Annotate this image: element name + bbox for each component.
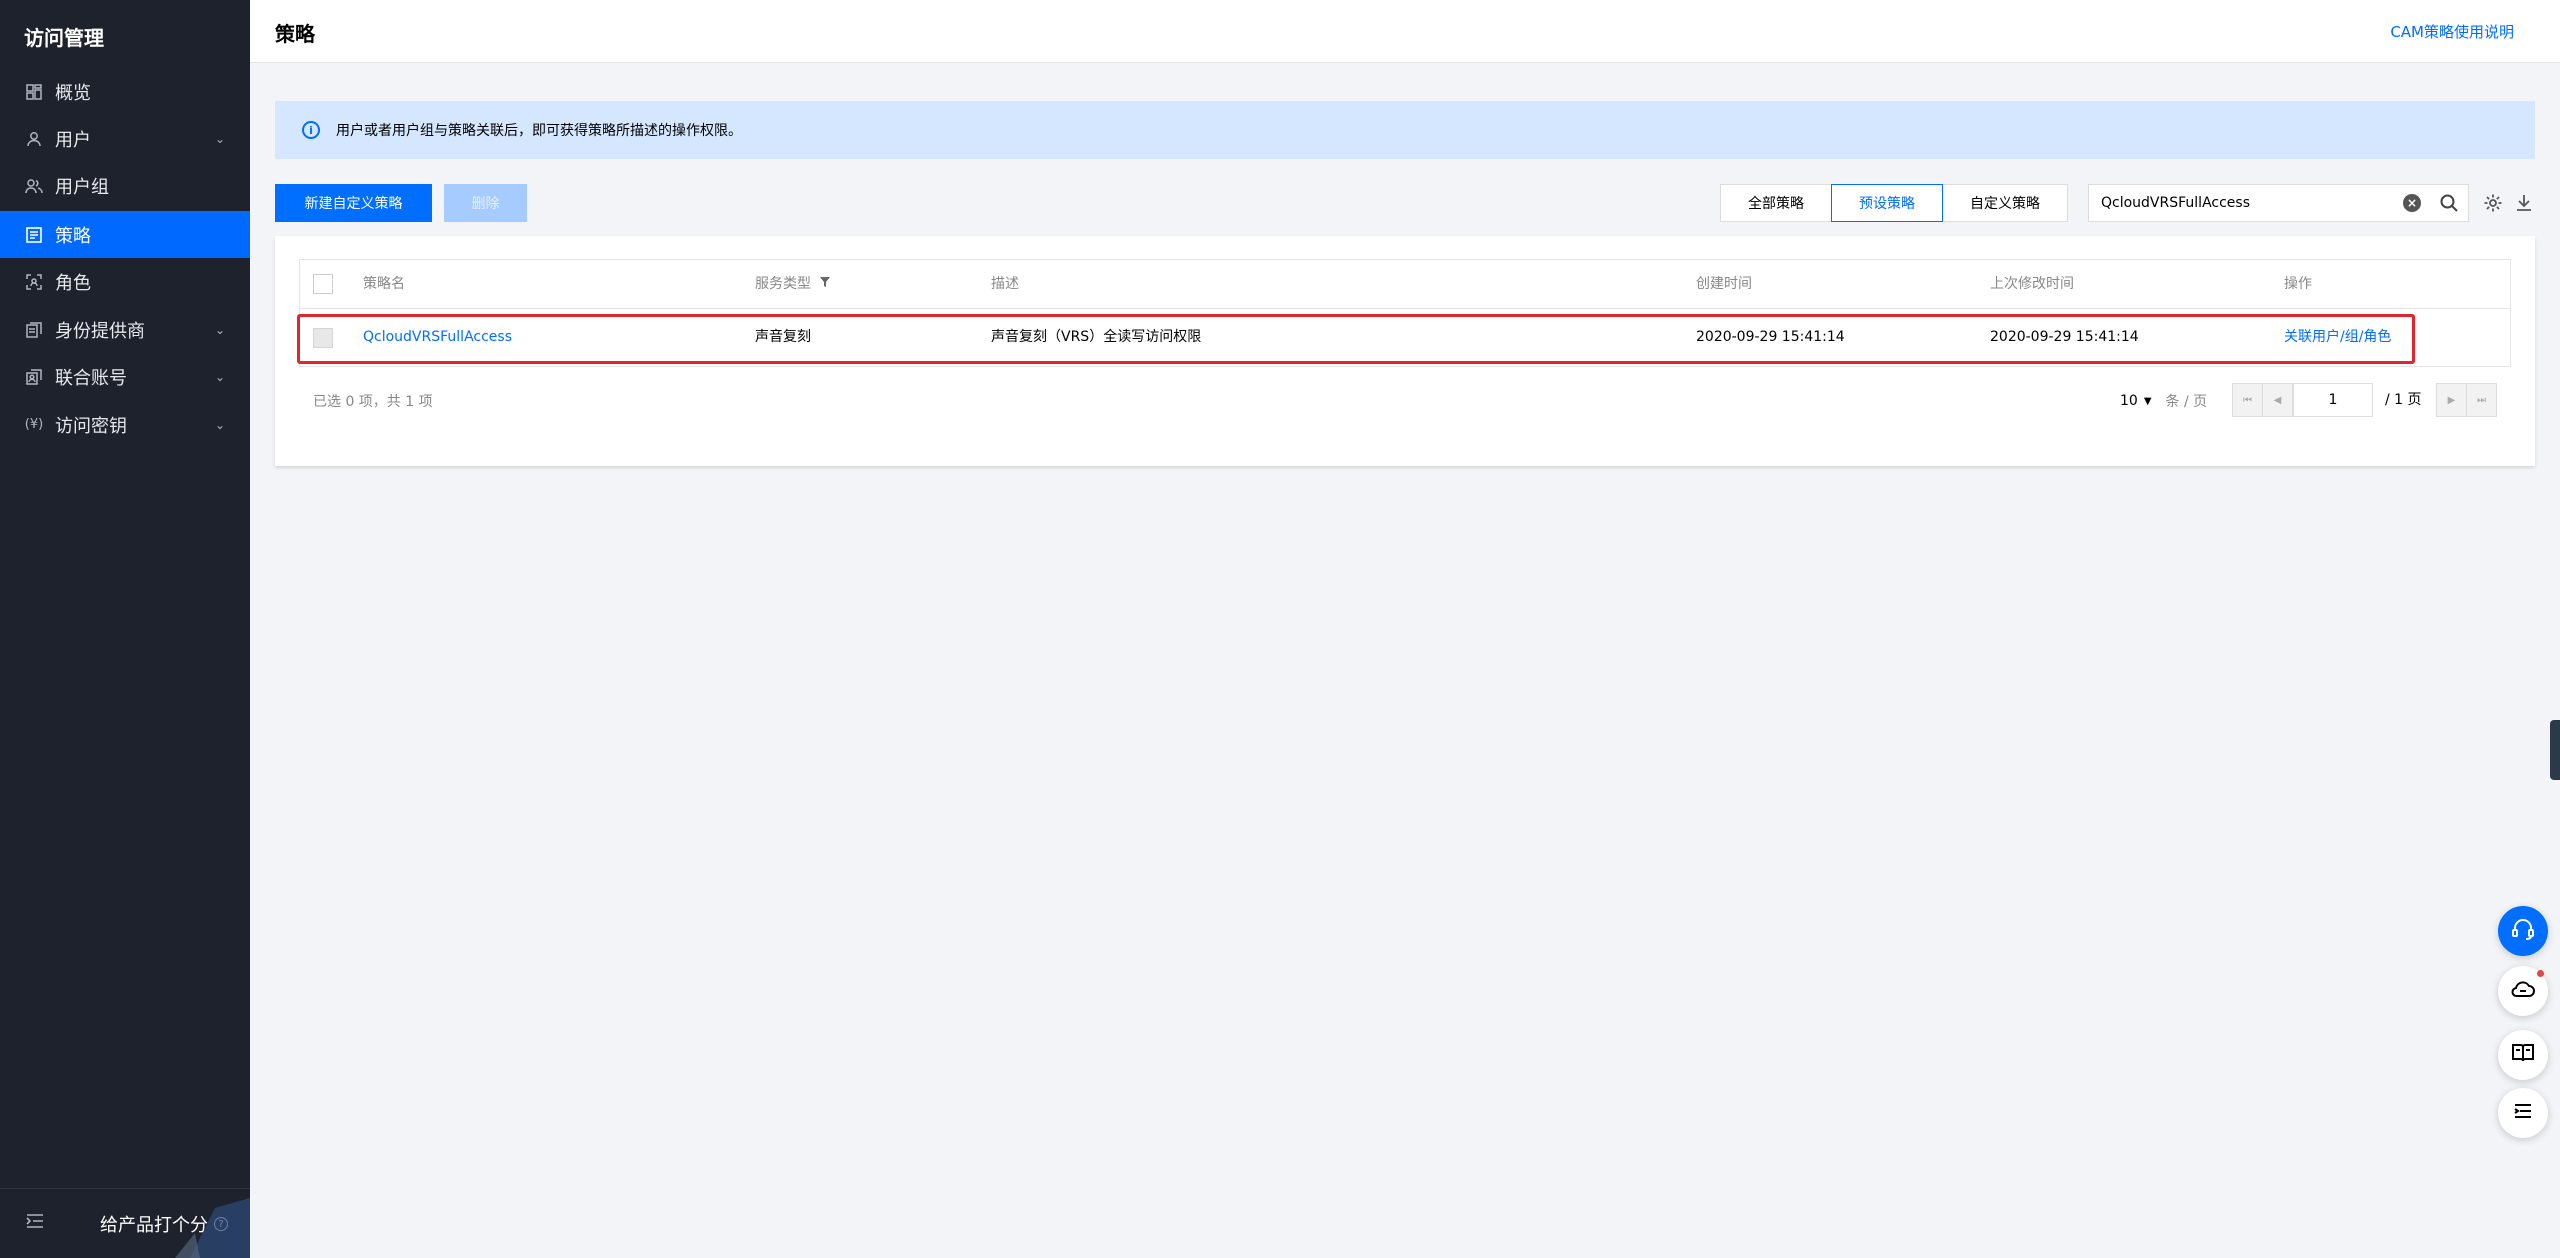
sidebar-item-policies[interactable]: 策略: [0, 211, 250, 258]
sidebar-title: 访问管理: [24, 26, 104, 50]
sidebar-item-label: 联合账号: [55, 367, 127, 389]
table-header: 策略名 服务类型 描述 创建时间 上次修改时间 操作: [299, 259, 2511, 309]
sidebar-item-label: 身份提供商: [55, 320, 145, 342]
column-service-type[interactable]: 服务类型: [755, 260, 831, 308]
search-icon[interactable]: [2439, 193, 2459, 213]
cloud-icon: [2510, 976, 2536, 1006]
list-icon: [2511, 1099, 2535, 1127]
sidebar-item-federated-accounts[interactable]: 联合账号 ⌄: [0, 353, 250, 400]
user-icon: [25, 130, 43, 148]
download-icon[interactable]: [2514, 193, 2534, 213]
chevron-down-icon: ⌄: [214, 322, 225, 337]
sidebar-footer: 给产品打个分 ?: [0, 1188, 250, 1258]
customer-service-button[interactable]: [2498, 906, 2548, 956]
dashboard-icon: [25, 83, 43, 101]
column-created-time: 创建时间: [1696, 276, 1752, 292]
delete-button[interactable]: 删除: [444, 184, 527, 222]
sidebar-item-label: 用户组: [55, 176, 109, 198]
current-page-value: 1: [2328, 392, 2338, 408]
page-number-input[interactable]: 1: [2293, 383, 2373, 417]
column-actions: 操作: [2284, 276, 2312, 292]
last-page-icon[interactable]: ⏭: [2466, 383, 2497, 417]
sidebar-item-identity-providers[interactable]: 身份提供商 ⌄: [0, 306, 250, 353]
headset-icon: [2510, 916, 2536, 946]
chevron-down-icon: ⌄: [214, 417, 225, 432]
first-page-icon[interactable]: ⏮: [2232, 383, 2263, 417]
user-group-icon: [25, 177, 43, 195]
modified-time-cell: 2020-09-29 15:41:14: [1990, 329, 2139, 345]
policy-name-link[interactable]: QcloudVRSFullAccess: [363, 309, 512, 365]
settings-gear-icon[interactable]: [2483, 193, 2503, 213]
chevron-down-icon: ⌄: [214, 131, 225, 146]
create-custom-policy-button[interactable]: 新建自定义策略: [275, 184, 432, 222]
sidebar-item-overview[interactable]: 概览: [0, 68, 250, 115]
notification-dot: [2537, 970, 2544, 977]
federated-account-icon: [25, 368, 43, 386]
page-header: 策略 CAM策略使用说明: [250, 0, 2560, 63]
created-time-cell: 2020-09-29 15:41:14: [1696, 329, 1845, 345]
clear-search-icon[interactable]: ×: [2403, 194, 2421, 212]
sidebar-item-user-groups[interactable]: 用户组: [0, 162, 250, 209]
policy-table-panel: 策略名 服务类型 描述 创建时间 上次修改时间 操作 QcloudVRSFull…: [275, 236, 2535, 466]
search-input[interactable]: QcloudVRSFullAccess: [2101, 185, 2250, 221]
next-page-icon[interactable]: ▶: [2436, 383, 2467, 417]
column-modified-time: 上次修改时间: [1990, 276, 2074, 292]
cloud-assistant-button[interactable]: [2498, 966, 2548, 1016]
filter-custom-policies[interactable]: 自定义策略: [1942, 184, 2068, 222]
associate-users-link[interactable]: 关联用户/组/角色: [2284, 309, 2391, 365]
selection-summary: 已选 0 项，共 1 项: [313, 394, 433, 410]
page-size-unit: 条 / 页: [2165, 394, 2208, 410]
decoration-graphic: [160, 1188, 250, 1258]
filter-all-policies[interactable]: 全部策略: [1720, 184, 1832, 222]
sidebar-item-label: 访问密钥: [55, 415, 127, 437]
sidebar-item-label: 用户: [55, 129, 91, 151]
info-notice: i 用户或者用户组与策略关联后，即可获得策略所描述的操作权限。: [275, 101, 2535, 159]
menu-list-button[interactable]: [2498, 1088, 2548, 1138]
column-description: 描述: [991, 276, 1019, 292]
page-size-select[interactable]: 10 ▼ 条 / 页: [2120, 391, 2207, 411]
column-policy-name: 策略名: [363, 276, 405, 292]
notice-text: 用户或者用户组与策略关联后，即可获得策略所描述的操作权限。: [336, 123, 742, 139]
row-checkbox[interactable]: [313, 328, 333, 348]
sidebar: 访问管理 概览 用户 ⌄ 用户组 策略 角色 身份提供商 ⌄ 联合账号 ⌄ (¥…: [0, 0, 250, 1258]
page-size-value: 10: [2120, 393, 2138, 409]
sidebar-item-access-keys[interactable]: (¥) 访问密钥 ⌄: [0, 401, 250, 448]
prev-page-icon[interactable]: ◀: [2262, 383, 2293, 417]
select-all-checkbox[interactable]: [313, 274, 333, 294]
documentation-button[interactable]: [2498, 1030, 2548, 1080]
description-cell: 声音复刻（VRS）全读写访问权限: [991, 329, 1202, 345]
page-title: 策略: [275, 22, 315, 46]
column-service-type-label: 服务类型: [755, 276, 811, 292]
table-row: QcloudVRSFullAccess 声音复刻 声音复刻（VRS）全读写访问权…: [299, 309, 2511, 367]
side-panel-tab[interactable]: [2550, 720, 2560, 780]
service-type-cell: 声音复刻: [755, 329, 811, 345]
identity-provider-icon: [25, 321, 43, 339]
collapse-menu-icon[interactable]: [26, 1213, 46, 1233]
sidebar-item-label: 概览: [55, 82, 91, 104]
access-key-icon: (¥): [24, 417, 44, 432]
cam-policy-doc-link[interactable]: CAM策略使用说明: [2390, 21, 2514, 42]
sidebar-item-users[interactable]: 用户 ⌄: [0, 115, 250, 162]
role-icon: [25, 273, 43, 291]
total-pages: / 1 页: [2385, 392, 2422, 408]
search-box[interactable]: QcloudVRSFullAccess ×: [2088, 184, 2469, 222]
policy-icon: [25, 226, 43, 244]
info-icon: i: [302, 121, 320, 139]
sidebar-item-label: 角色: [55, 272, 91, 294]
filter-preset-policies[interactable]: 预设策略: [1831, 184, 1943, 222]
book-icon: [2510, 1040, 2536, 1070]
sidebar-item-label: 策略: [55, 225, 91, 247]
chevron-down-icon: ▼: [2143, 395, 2152, 407]
sidebar-item-roles[interactable]: 角色: [0, 258, 250, 305]
chevron-down-icon: ⌄: [214, 369, 225, 384]
filter-icon[interactable]: [819, 260, 831, 308]
